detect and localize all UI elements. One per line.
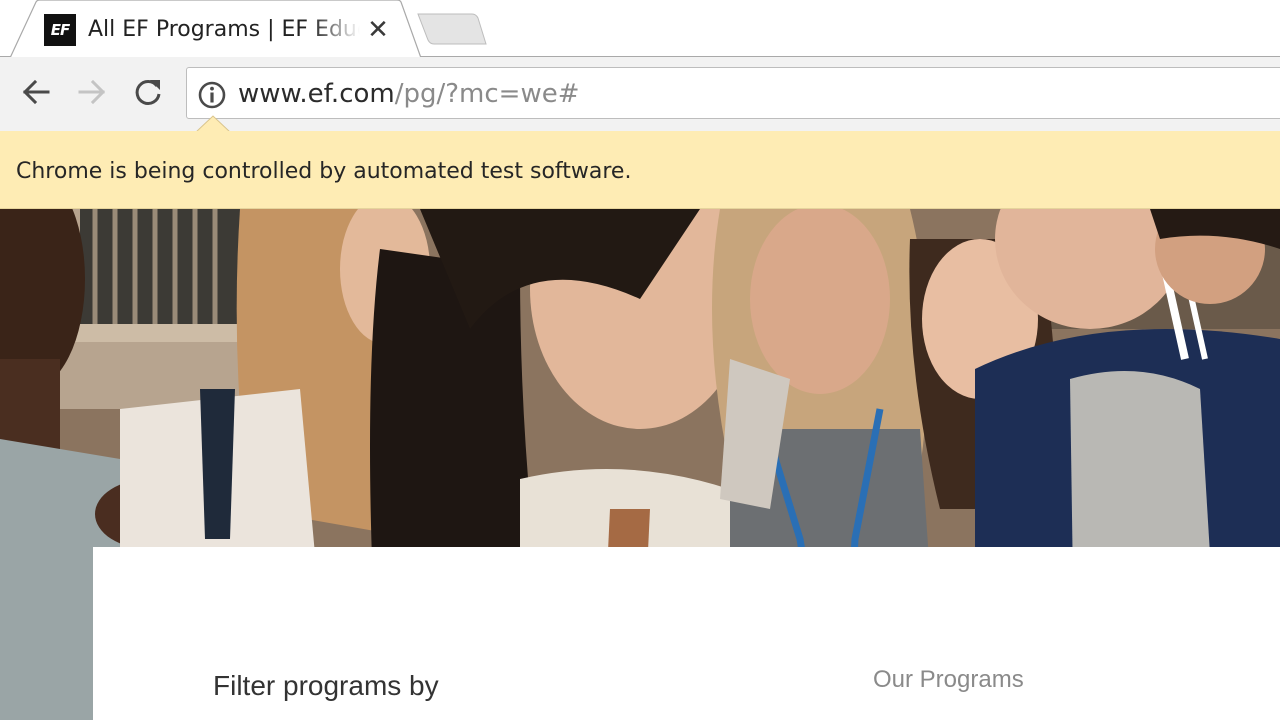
url-text[interactable]: www.ef.com/pg/?mc=we# bbox=[238, 68, 580, 120]
back-arrow-icon bbox=[22, 79, 50, 105]
tab-title: All EF Programs | EF Education First bbox=[88, 17, 360, 42]
infobar-pointer bbox=[196, 115, 236, 133]
url-host: www.ef.com bbox=[238, 79, 395, 109]
forward-arrow-icon bbox=[78, 79, 106, 105]
infobar-message: Chrome is being controlled by automated … bbox=[16, 159, 632, 184]
programs-content-card: Filter programs by Our Programs bbox=[93, 547, 1280, 720]
url-path: /pg/?mc=we# bbox=[394, 79, 580, 109]
our-programs-heading: Our Programs bbox=[873, 666, 1024, 693]
tab-strip: EF All EF Programs | EF Education First … bbox=[0, 0, 1280, 58]
filter-programs-heading: Filter programs by bbox=[213, 670, 439, 701]
automation-infobar: Chrome is being controlled by automated … bbox=[0, 115, 1280, 209]
active-tab[interactable]: EF All EF Programs | EF Education First … bbox=[8, 0, 423, 58]
ef-favicon-icon: EF bbox=[44, 14, 76, 46]
back-button[interactable] bbox=[16, 72, 56, 112]
tab-close-icon[interactable]: ✕ bbox=[366, 16, 390, 44]
info-icon[interactable] bbox=[197, 80, 227, 110]
new-tab-button[interactable] bbox=[416, 12, 490, 48]
address-bar[interactable]: www.ef.com/pg/?mc=we# bbox=[186, 67, 1280, 119]
reload-icon bbox=[135, 79, 161, 105]
reload-button[interactable] bbox=[128, 72, 168, 112]
forward-button[interactable] bbox=[72, 72, 112, 112]
browser-toolbar: www.ef.com/pg/?mc=we# bbox=[0, 57, 1280, 131]
